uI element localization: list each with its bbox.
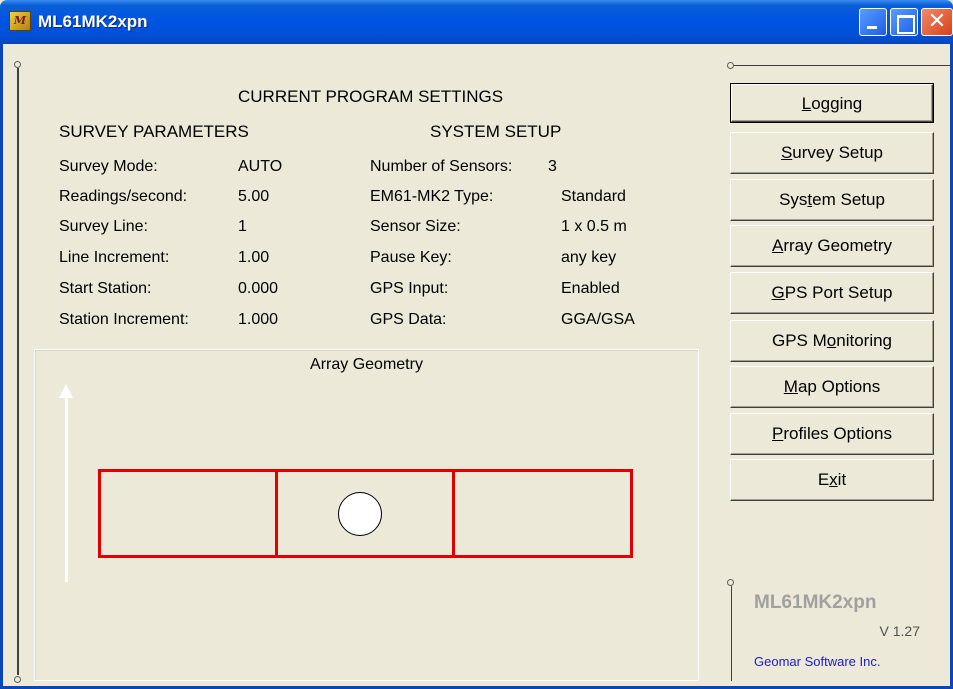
button-access-key: o: [826, 331, 837, 350]
survey-param-value: 5.00: [238, 188, 270, 205]
system-setup-label: EM61-MK2 Type:: [370, 188, 494, 205]
button-label-suffix: ogging: [811, 94, 863, 113]
system-setup-label: GPS Data:: [370, 311, 447, 328]
button-access-key: A: [772, 236, 784, 255]
gps-port-setup-button[interactable]: GPS Port Setup: [730, 272, 934, 314]
survey-param-value: 1: [238, 218, 247, 235]
system-setup-label: GPS Input:: [370, 280, 449, 297]
survey-param-label: Survey Line:: [59, 218, 148, 235]
system-setup-value: Enabled: [561, 280, 620, 297]
survey-param-label: Readings/second:: [59, 188, 188, 205]
button-label-suffix: rray Geometry: [783, 236, 892, 255]
system-setup-label: Pause Key:: [370, 249, 452, 266]
system-setup-label: Number of Sensors:: [370, 158, 513, 175]
survey-setup-button[interactable]: Survey Setup: [730, 132, 934, 174]
system-setup-value: any key: [561, 249, 617, 266]
system-setup-value: GGA/GSA: [561, 311, 635, 328]
button-label-suffix: urvey Setup: [792, 143, 884, 162]
array-geometry-panel: Array Geometry: [34, 349, 699, 681]
button-label-suffix: rofiles Options: [783, 424, 892, 443]
brand-panel: ML61MK2xpn V 1.27 Geomar Software Inc.: [731, 586, 936, 681]
button-label-prefix: Sys: [779, 190, 808, 209]
map-options-button[interactable]: Map Options: [730, 366, 934, 408]
brand-divider-knob: [727, 579, 734, 586]
button-access-key: x: [829, 470, 838, 489]
brand-name: ML61MK2xpn: [754, 592, 877, 613]
survey-param-value: 0.000: [238, 280, 279, 297]
minimize-button[interactable]: [859, 8, 887, 36]
button-access-key: P: [771, 424, 784, 443]
profiles-options-button[interactable]: Profiles Options: [730, 413, 934, 455]
version-label: V 1.27: [879, 623, 920, 639]
survey-param-value: 1.00: [238, 249, 270, 266]
button-access-key: L: [801, 94, 812, 113]
survey-param-value: AUTO: [238, 158, 283, 175]
button-access-key: G: [771, 283, 785, 302]
close-icon: ✕: [927, 9, 947, 34]
survey-param-label: Survey Mode:: [59, 158, 158, 175]
direction-arrow-shaft: [65, 396, 68, 582]
divider-knob-top: [14, 61, 21, 68]
system-setup-button[interactable]: System Setup: [730, 179, 934, 221]
button-access-key: M: [783, 377, 798, 396]
survey-param-label: Line Increment:: [59, 249, 170, 266]
button-access-key: S: [780, 143, 793, 162]
array-geometry-title: Array Geometry: [310, 356, 423, 373]
maximize-button[interactable]: [890, 8, 918, 36]
sensor-coil-3: [452, 469, 633, 558]
sensor-coil-1: [98, 469, 278, 558]
survey-param-value: 1.000: [238, 311, 279, 328]
button-label-prefix: GPS M: [771, 331, 827, 350]
divider-knob-bottom: [14, 676, 21, 683]
logging-button[interactable]: Logging: [730, 83, 934, 123]
system-setup-label: Sensor Size:: [370, 218, 461, 235]
close-button[interactable]: ✕: [921, 8, 953, 36]
title-bar[interactable]: M ML61MK2xpn ✕: [0, 0, 953, 44]
button-label-prefix: E: [817, 470, 830, 489]
array-geometry-button[interactable]: Array Geometry: [730, 225, 934, 267]
survey-parameters-heading: SURVEY PARAMETERS: [59, 122, 249, 141]
company-name: Geomar Software Inc.: [754, 654, 881, 669]
exit-button[interactable]: Exit: [730, 459, 934, 501]
button-label-suffix: PS Port Setup: [784, 283, 893, 302]
system-setup-value: 1 x 0.5 m: [561, 218, 627, 235]
system-setup-value: Standard: [561, 188, 626, 205]
survey-param-label: Station Increment:: [59, 311, 189, 328]
settings-heading: CURRENT PROGRAM SETTINGS: [238, 87, 504, 106]
button-label-suffix: nitoring: [836, 331, 893, 350]
gps-monitoring-button[interactable]: GPS Monitoring: [730, 320, 934, 362]
system-setup-value: 3: [548, 158, 557, 175]
button-label-suffix: it: [837, 470, 847, 489]
button-label-suffix: em Setup: [812, 190, 885, 209]
survey-param-label: Start Station:: [59, 280, 152, 297]
button-label-suffix: ap Options: [797, 377, 881, 396]
left-divider: [17, 68, 19, 675]
app-icon[interactable]: M: [9, 11, 31, 31]
right-divider: [730, 65, 953, 66]
right-divider-knob: [727, 62, 734, 69]
window-title: ML61MK2xpn: [38, 12, 148, 31]
gps-antenna-marker: [338, 492, 382, 536]
system-setup-heading: SYSTEM SETUP: [430, 122, 562, 141]
